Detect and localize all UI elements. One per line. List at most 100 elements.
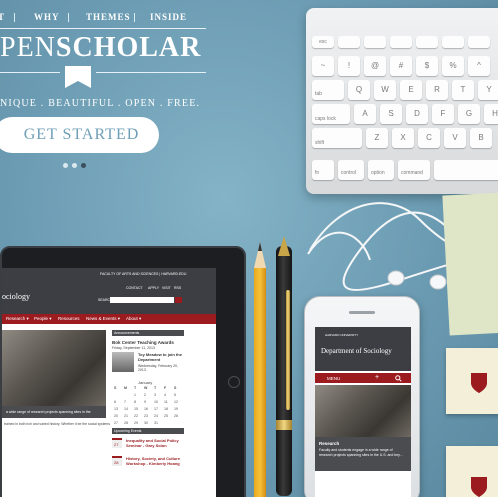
calendar-day[interactable]: 5 (174, 393, 176, 397)
phone-menu-button[interactable]: MENU (327, 376, 340, 381)
photo-scene: T WHY THEMES INSIDE PENSCHOLAR NIQUE . B… (0, 0, 498, 497)
search-input[interactable] (110, 297, 174, 303)
rss-link[interactable]: RSS (174, 286, 181, 290)
calendar-day[interactable]: 18 (164, 407, 168, 411)
calendar-day[interactable]: 23 (144, 414, 148, 418)
openscholar-logo[interactable]: PENSCHOLAR (0, 32, 201, 64)
key-control: control (338, 160, 364, 180)
phone-speaker (349, 311, 375, 314)
shield-crest-icon (471, 373, 487, 393)
announcements-title: Announcements (114, 331, 140, 335)
calendar-day[interactable]: 6 (114, 400, 116, 404)
key-5: % (442, 56, 464, 76)
smartphone-device: HARVARD UNIVERSITY Department of Sociolo… (304, 296, 420, 497)
calendar-weekday: S (114, 386, 117, 390)
calendar-day[interactable]: 30 (144, 421, 148, 425)
event2-title[interactable]: History, Society, and Culture Workshop -… (126, 456, 186, 466)
phone-plus-button[interactable]: + (375, 374, 379, 381)
contact-link[interactable]: CONTACT (126, 286, 143, 290)
calendar-day[interactable]: 21 (124, 414, 128, 418)
slide-dot-3-active[interactable] (81, 163, 86, 168)
site-title[interactable]: ociology (2, 292, 30, 301)
calendar-day[interactable]: 13 (114, 407, 118, 411)
calendar-day[interactable]: 22 (134, 414, 138, 418)
calendar-day[interactable]: 8 (134, 400, 136, 404)
calendar-weekday: F (164, 386, 167, 390)
calendar-day[interactable]: 16 (144, 407, 148, 411)
calendar-day[interactable]: 24 (154, 414, 158, 418)
calendar-day[interactable]: 19 (174, 407, 178, 411)
award-title[interactable]: Bok Center Teaching Awards (112, 340, 174, 345)
calendar-month: January (138, 380, 153, 385)
news-photo (112, 352, 134, 372)
phone-section-title[interactable]: Research (319, 441, 339, 446)
key-6: ^ (468, 56, 490, 76)
key-a: A (354, 104, 376, 124)
phone-site-title[interactable]: Department of Sociology (321, 347, 392, 355)
slide-dot-2[interactable] (72, 163, 77, 168)
phone-photo (315, 385, 411, 437)
research-photo (2, 330, 106, 406)
menu-resources[interactable]: Resources (58, 316, 80, 321)
calendar-day[interactable]: 26 (174, 414, 178, 418)
get-started-button[interactable]: GET STARTED (0, 117, 159, 153)
calendar-day[interactable]: 2 (144, 393, 146, 397)
calendar-day[interactable]: 4 (164, 393, 166, 397)
slide-dot-1[interactable] (63, 163, 68, 168)
calendar-day[interactable]: 20 (114, 414, 118, 418)
calendar-day[interactable]: 14 (124, 407, 128, 411)
calendar-day[interactable]: 11 (164, 400, 168, 404)
calendar-day[interactable]: 15 (134, 407, 138, 411)
calendar-day[interactable]: 31 (154, 421, 158, 425)
logo-rule-right (96, 72, 206, 73)
key-h: H (484, 104, 498, 124)
menu-people[interactable]: People ▾ (34, 316, 52, 322)
photo-caption: a wide range of research projects spanni… (6, 410, 91, 414)
key-q: Q (348, 80, 370, 100)
keyboard: esc ~ ! @ # $ % ^ tab Q W E R T Y caps l… (306, 8, 498, 194)
key-esc: esc (312, 36, 334, 48)
calendar-day[interactable]: 1 (134, 393, 136, 397)
hero-tagline: NIQUE . BEAUTIFUL . OPEN . FREE. (0, 98, 201, 109)
calendar-day[interactable]: 28 (124, 421, 128, 425)
calendar-day[interactable]: 27 (114, 421, 118, 425)
menu-about[interactable]: About ▾ (126, 316, 141, 322)
header-top-links[interactable]: FACULTY OF ARTS AND SCIENCES | HARVARD.E… (100, 272, 186, 276)
calendar-day[interactable]: 25 (164, 414, 168, 418)
key-c: C (418, 128, 440, 148)
nav-item-inside[interactable]: INSIDE (150, 12, 187, 22)
calendar-day[interactable]: 17 (154, 407, 158, 411)
tablet-device: FACULTY OF ARTS AND SCIENCES | HARVARD.E… (0, 246, 246, 497)
key-shift: shift (312, 128, 362, 148)
key-y: Y (478, 80, 498, 100)
key-2: @ (364, 56, 386, 76)
search-button[interactable] (175, 297, 182, 303)
key-d: D (406, 104, 428, 124)
calendar-day[interactable]: 3 (154, 393, 156, 397)
news-title[interactable]: Toy Meadow to join the Department (138, 352, 188, 362)
event1-title[interactable]: Inequality and Social Policy Seminar - G… (126, 438, 186, 448)
calendar-day[interactable]: 7 (124, 400, 126, 404)
apply-link[interactable]: APPLY (148, 286, 159, 290)
visit-link[interactable]: VISIT (162, 286, 171, 290)
pencil (254, 268, 266, 497)
menu-research[interactable]: Research ▾ (6, 316, 29, 322)
calendar-day[interactable]: 10 (154, 400, 158, 404)
calendar-day[interactable]: 9 (144, 400, 146, 404)
key-v: V (444, 128, 466, 148)
logo-rule-top (0, 28, 206, 29)
notebook-paper (442, 192, 498, 336)
calendar-weekday: W (144, 386, 148, 390)
key-3: # (390, 56, 412, 76)
calendar-day[interactable]: 12 (174, 400, 178, 404)
calendar-day[interactable]: 29 (134, 421, 138, 425)
menu-news-events[interactable]: News & Events ▾ (86, 316, 120, 322)
key-space (434, 160, 498, 180)
nav-item-what[interactable]: T (0, 12, 5, 22)
phone-search-icon[interactable] (395, 375, 402, 382)
nav-item-themes[interactable]: THEMES (86, 12, 131, 22)
key-w: W (374, 80, 396, 100)
nav-item-why[interactable]: WHY (34, 12, 60, 22)
key-command: command (398, 160, 430, 180)
nav-separator (68, 13, 69, 22)
